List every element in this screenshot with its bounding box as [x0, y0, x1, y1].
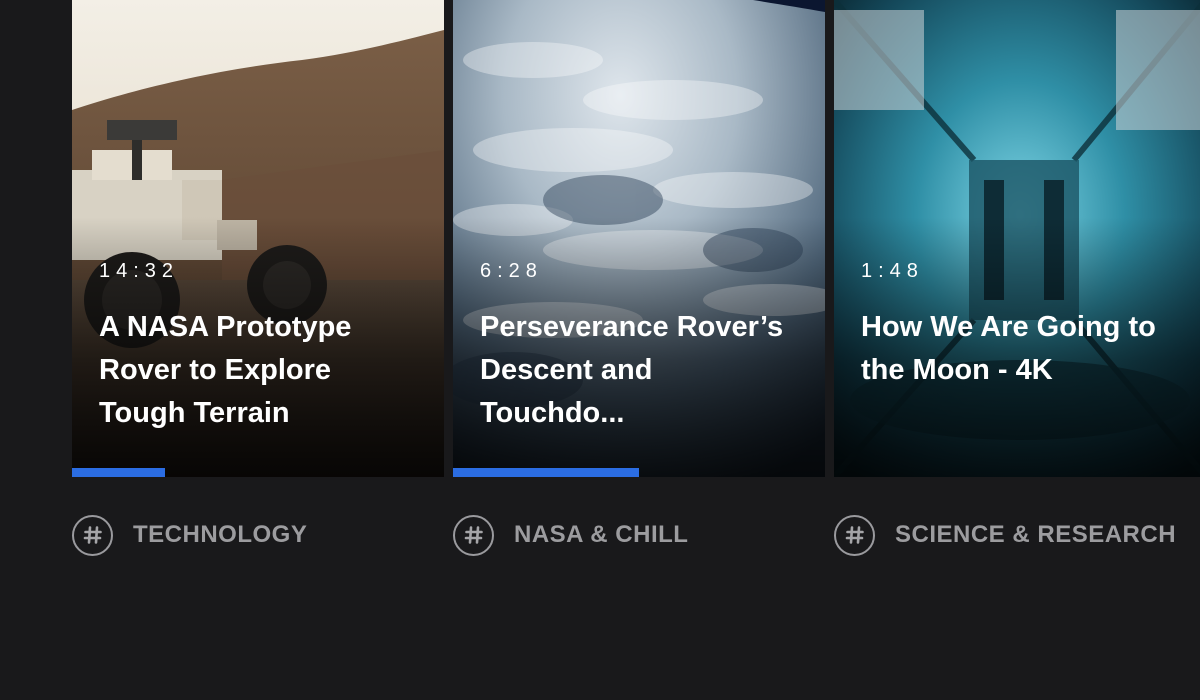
- watch-progress-fill: [72, 468, 165, 477]
- video-thumbnail[interactable]: 6:28 Perseverance Rover’s Descent and To…: [453, 0, 825, 477]
- video-thumbnail[interactable]: 1:48 How We Are Going to the Moon - 4K: [834, 0, 1200, 477]
- hashtag-icon: [834, 514, 875, 556]
- hashtag-icon: [453, 514, 494, 556]
- watch-progress-fill: [453, 468, 639, 477]
- video-title[interactable]: A NASA Prototype Rover to Explore Tough …: [99, 306, 419, 435]
- category-tag[interactable]: TECHNOLOGY: [72, 512, 307, 558]
- video-duration: 6:28: [480, 260, 543, 282]
- category-tag[interactable]: SCIENCE & RESEARCH: [834, 512, 1176, 558]
- watch-progress-bar: [453, 468, 825, 477]
- video-card[interactable]: 1:48 How We Are Going to the Moon - 4K S…: [834, 0, 1200, 600]
- video-carousel: 14:32 A NASA Prototype Rover to Explore …: [72, 0, 1200, 700]
- video-duration: 1:48: [861, 260, 924, 282]
- category-label: SCIENCE & RESEARCH: [895, 521, 1177, 548]
- video-title[interactable]: How We Are Going to the Moon - 4K: [861, 306, 1181, 392]
- video-card[interactable]: 14:32 A NASA Prototype Rover to Explore …: [72, 0, 444, 600]
- watch-progress-bar: [72, 468, 444, 477]
- hashtag-icon: [72, 514, 113, 556]
- video-duration: 14:32: [99, 260, 180, 282]
- video-thumbnail[interactable]: 14:32 A NASA Prototype Rover to Explore …: [72, 0, 444, 477]
- category-label: TECHNOLOGY: [133, 521, 308, 548]
- video-card[interactable]: 6:28 Perseverance Rover’s Descent and To…: [453, 0, 825, 600]
- video-title[interactable]: Perseverance Rover’s Descent and Touchdo…: [480, 306, 800, 435]
- category-tag[interactable]: NASA & CHILL: [453, 512, 688, 558]
- category-label: NASA & CHILL: [514, 521, 689, 548]
